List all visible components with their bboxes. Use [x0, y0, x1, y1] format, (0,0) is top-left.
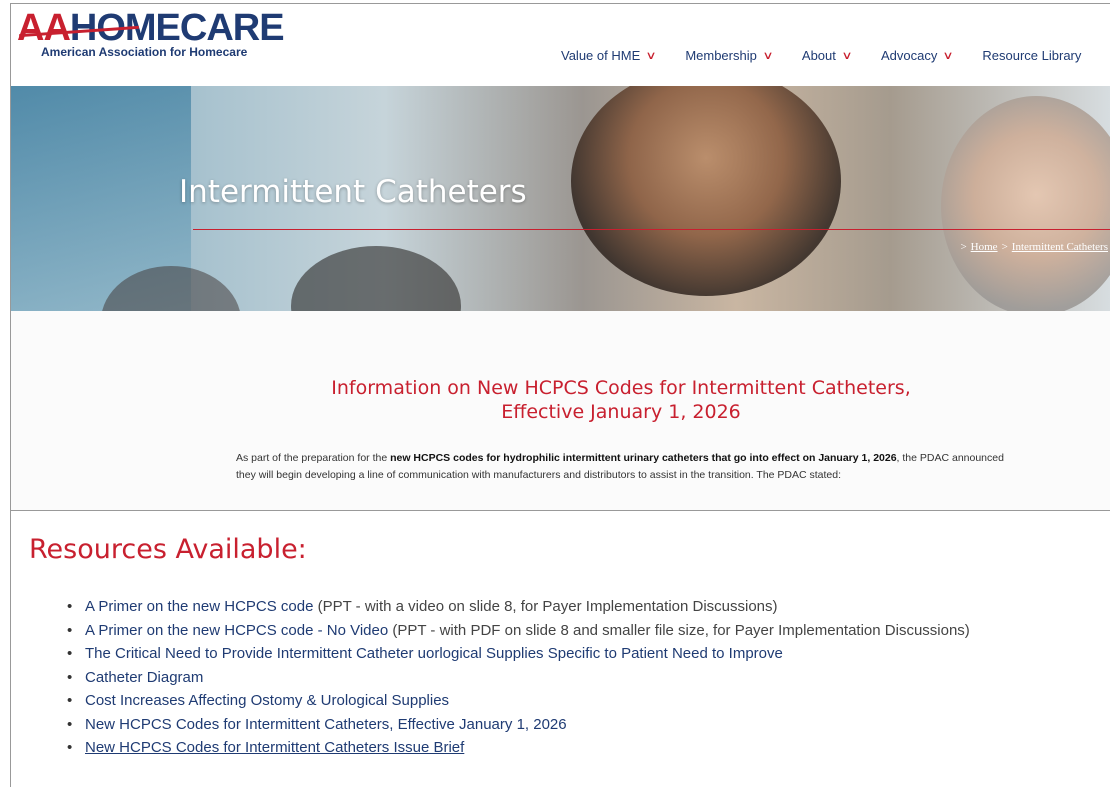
info-paragraph: As part of the preparation for the new H… [236, 450, 1006, 484]
nav-item-about[interactable]: About ∨ [801, 48, 853, 63]
resources-heading: Resources Available: [29, 534, 307, 565]
resource-link[interactable]: Catheter Diagram [85, 669, 203, 686]
nav-item-membership[interactable]: Membership ∨ [685, 48, 774, 63]
info-heading: Information on New HCPCS Codes for Inter… [231, 376, 1011, 424]
resource-note: (PPT - with a video on slide 8, for Paye… [313, 598, 778, 615]
resource-link[interactable]: Cost Increases Affecting Ostomy & Urolog… [85, 692, 449, 709]
resource-link[interactable]: The Critical Need to Provide Intermitten… [85, 645, 783, 662]
hero-photo-person [291, 246, 461, 311]
nav-item-advocacy[interactable]: Advocacy ∨ [880, 48, 955, 63]
list-item: New HCPCS Codes for Intermittent Cathete… [61, 736, 970, 760]
resource-link[interactable]: A Primer on the new HCPCS code - No Vide… [85, 622, 388, 639]
nav-item-label: Membership [685, 48, 757, 63]
list-item: A Primer on the new HCPCS code (PPT - wi… [61, 595, 970, 619]
resource-link[interactable]: A Primer on the new HCPCS code [85, 598, 313, 615]
chevron-down-icon: ∨ [762, 50, 774, 62]
breadcrumb-home-link[interactable]: Home [971, 241, 998, 253]
site-logo[interactable]: AAHOMECARE American Association for Home… [17, 7, 285, 59]
main-nav: Value of HME ∨ Membership ∨ About ∨ Advo… [561, 48, 1110, 63]
info-heading-line1: Information on New HCPCS Codes for Inter… [331, 377, 911, 399]
breadcrumb-separator: > [960, 241, 967, 253]
page-screenshot-bottom: Resources Available: A Primer on the new… [10, 510, 1110, 787]
nav-item-label: Advocacy [880, 48, 938, 63]
hero-photo-person [571, 86, 841, 296]
nav-item-label: Resource Library [982, 48, 1082, 63]
list-item: New HCPCS Codes for Intermittent Cathete… [61, 713, 970, 737]
nav-item-label: Value of HME [561, 48, 641, 63]
page-screenshot-top: AAHOMECARE American Association for Home… [10, 3, 1110, 511]
list-item: A Primer on the new HCPCS code - No Vide… [61, 619, 970, 643]
nav-item-label: About [801, 48, 836, 63]
breadcrumb-separator: > [1001, 241, 1008, 253]
nav-item-resource-library[interactable]: Resource Library [982, 48, 1081, 63]
chevron-down-icon: ∨ [841, 50, 853, 62]
breadcrumb-current-link[interactable]: Intermittent Catheters [1012, 241, 1108, 253]
hero-banner: Intermittent Catheters > Home > Intermitten… [11, 86, 1110, 311]
info-text-part: As part of the preparation for the [236, 452, 391, 464]
nav-item-value-of-hme[interactable]: Value of HME ∨ [561, 48, 657, 63]
info-text-bold: go into effect on January 1, 2026 [733, 452, 897, 464]
info-text-bold: new HCPCS codes for hydrophilic intermit… [390, 452, 734, 464]
resources-list: A Primer on the new HCPCS code (PPT - wi… [61, 595, 970, 760]
logo-wordmark: AAHOMECARE [17, 7, 285, 49]
page-title: Intermittent Catheters [179, 174, 527, 210]
resource-note: (PPT - with PDF on slide 8 and smaller f… [388, 621, 970, 639]
hero-photo-person [941, 96, 1110, 311]
resource-link[interactable]: New HCPCS Codes for Intermittent Cathete… [85, 739, 464, 756]
hero-divider [193, 229, 1110, 230]
logo-text-red: AA [17, 7, 71, 49]
list-item: The Critical Need to Provide Intermitten… [61, 642, 970, 666]
breadcrumb: > Home > Intermittent Catheters [956, 241, 1108, 253]
list-item: Catheter Diagram [61, 666, 970, 690]
chevron-down-icon: ∨ [645, 50, 657, 62]
list-item: Cost Increases Affecting Ostomy & Urolog… [61, 689, 970, 713]
info-heading-line2: Effective January 1, 2026 [501, 401, 741, 423]
site-header: AAHOMECARE American Association for Home… [11, 4, 1110, 86]
chevron-down-icon: ∨ [942, 50, 955, 62]
resource-link[interactable]: New HCPCS Codes for Intermittent Cathete… [85, 716, 567, 733]
